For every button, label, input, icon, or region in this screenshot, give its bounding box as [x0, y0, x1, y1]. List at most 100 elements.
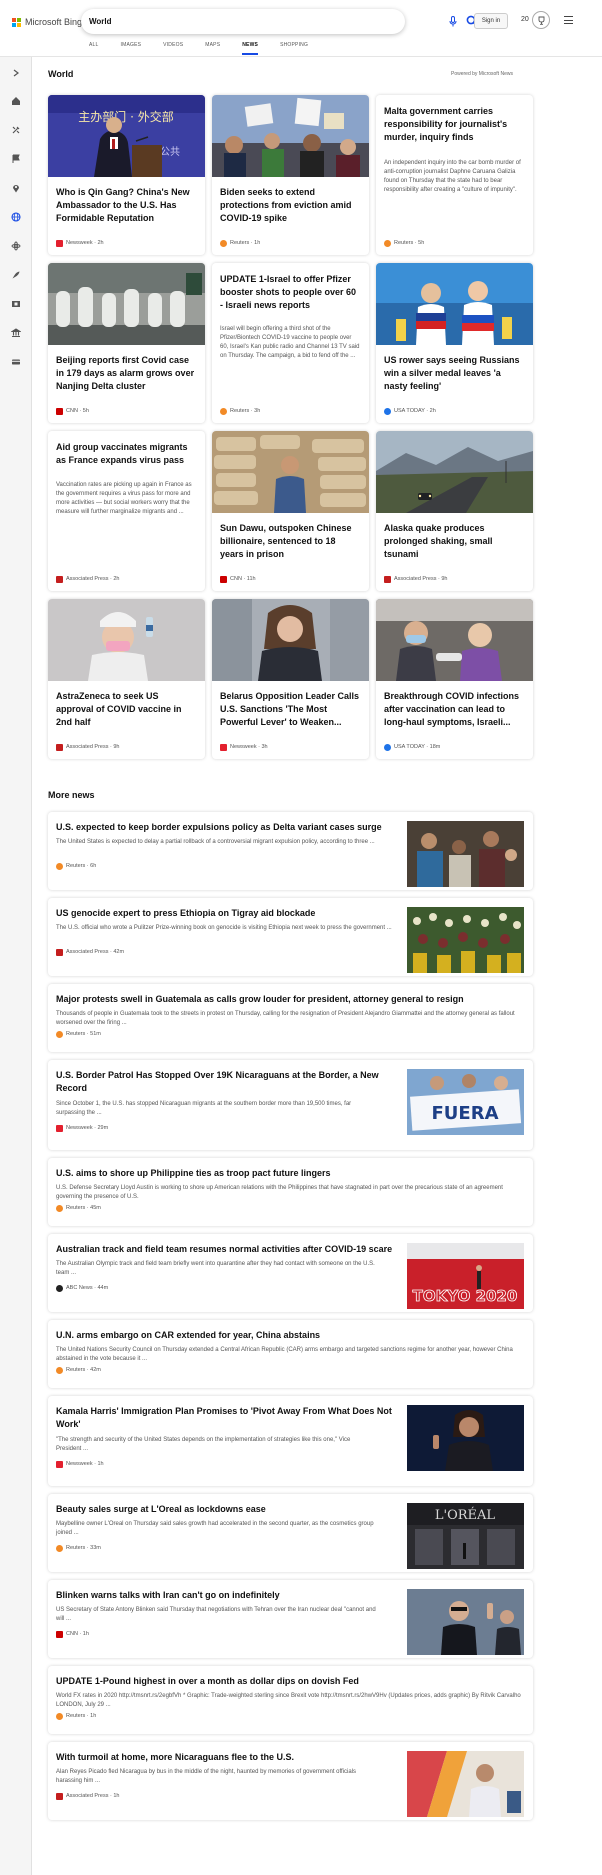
- search-box: [81, 9, 478, 34]
- item-title[interactable]: U.S. aims to shore up Philippine ties as…: [56, 1167, 521, 1180]
- news-card[interactable]: Beijing reports first Covid case in 179 …: [48, 263, 205, 423]
- card-title[interactable]: US rower says seeing Russians win a silv…: [384, 354, 525, 393]
- bank-icon[interactable]: [10, 327, 22, 339]
- card-title[interactable]: Aid group vaccinates migrants as France …: [56, 441, 197, 467]
- card-title[interactable]: Who is Qin Gang? China's New Ambassador …: [56, 186, 197, 225]
- card-title[interactable]: Sun Dawu, outspoken Chinese billionaire,…: [220, 522, 361, 561]
- tab-all[interactable]: ALL: [89, 41, 99, 55]
- news-list-item[interactable]: U.N. arms embargo on CAR extended for ye…: [48, 1320, 533, 1388]
- item-title[interactable]: U.N. arms embargo on CAR extended for ye…: [56, 1329, 521, 1342]
- news-card[interactable]: 主办部门 · 外交部 中国公共 Who is Qin Gang? China's…: [48, 95, 205, 255]
- expand-icon[interactable]: [10, 67, 22, 79]
- card-title[interactable]: Malta government carries responsibility …: [384, 105, 525, 144]
- item-title[interactable]: Beauty sales surge at L'Oreal as lockdow…: [56, 1503, 396, 1516]
- news-list-item[interactable]: Kamala Harris' Immigration Plan Promises…: [48, 1396, 533, 1486]
- news-list-item[interactable]: U.S. expected to keep border expulsions …: [48, 812, 533, 890]
- card-title[interactable]: Breakthrough COVID infections after vacc…: [384, 690, 525, 729]
- item-title[interactable]: With turmoil at home, more Nicaraguans f…: [56, 1751, 396, 1764]
- card-source: USA TODAY · 18m: [384, 743, 440, 751]
- cnn-logo-icon: [220, 575, 227, 583]
- item-title[interactable]: Major protests swell in Guatemala as cal…: [56, 993, 521, 1006]
- item-description: World FX rates in 2020 http://tmsnrt.rs/…: [56, 1693, 521, 1708]
- news-card[interactable]: US rower says seeing Russians win a silv…: [376, 263, 533, 423]
- card-source: Associated Press · 2h: [56, 575, 120, 583]
- rewards-points[interactable]: 20: [521, 16, 529, 23]
- item-description: The United States is expected to delay a…: [56, 839, 375, 845]
- film-icon[interactable]: [10, 298, 22, 310]
- rewards-trophy-icon[interactable]: [532, 11, 550, 29]
- tab-images[interactable]: IMAGES: [121, 41, 142, 55]
- abc-news-logo-icon: [56, 1284, 63, 1292]
- item-description: The Australian Olympic track and field t…: [56, 1261, 375, 1276]
- tools-icon[interactable]: [10, 124, 22, 136]
- card-title[interactable]: AstraZeneca to seek US approval of COVID…: [56, 690, 197, 729]
- item-description: Since October 1, the U.S. has stopped Ni…: [56, 1101, 352, 1116]
- source-text: Reuters · 3h: [230, 408, 261, 414]
- item-source: Associated Press · 1h: [56, 1792, 120, 1800]
- header: Microsoft Bing Sign in 20 ALL IMAGES VID…: [0, 0, 602, 56]
- news-card[interactable]: Biden seeks to extend protections from e…: [212, 95, 369, 255]
- news-card[interactable]: UPDATE 1-Israel to offer Pfizer booster …: [212, 263, 369, 423]
- card-title[interactable]: UPDATE 1-Israel to offer Pfizer booster …: [220, 273, 361, 312]
- location-icon[interactable]: [10, 182, 22, 194]
- news-card[interactable]: Alaska quake produces prolonged shaking,…: [376, 431, 533, 591]
- home-icon[interactable]: [10, 95, 22, 107]
- card-title[interactable]: Biden seeks to extend protections from e…: [220, 186, 361, 225]
- card-title[interactable]: Belarus Opposition Leader Calls U.S. San…: [220, 690, 361, 729]
- item-title[interactable]: U.S. expected to keep border expulsions …: [56, 821, 396, 834]
- news-list-item[interactable]: Blinken warns talks with Iran can't go o…: [48, 1580, 533, 1658]
- card-title[interactable]: Alaska quake produces prolonged shaking,…: [384, 522, 525, 561]
- flag-icon[interactable]: [10, 153, 22, 165]
- tab-news[interactable]: NEWS: [242, 41, 259, 55]
- globe-icon[interactable]: [10, 211, 22, 223]
- item-title[interactable]: US genocide expert to press Ethiopia on …: [56, 907, 396, 920]
- bing-logo[interactable]: Microsoft Bing: [12, 15, 82, 29]
- item-title[interactable]: U.S. Border Patrol Has Stopped Over 19K …: [56, 1069, 396, 1095]
- news-card[interactable]: Breakthrough COVID infections after vacc…: [376, 599, 533, 759]
- news-list-item[interactable]: Beauty sales surge at L'Oreal as lockdow…: [48, 1494, 533, 1572]
- source-text: ABC News · 44m: [66, 1285, 109, 1291]
- atom-icon[interactable]: [10, 240, 22, 252]
- card-description: Vaccination rates are picking up again i…: [56, 482, 192, 515]
- source-text: Newsweek · 3h: [230, 744, 268, 750]
- news-card[interactable]: Aid group vaccinates migrants as France …: [48, 431, 205, 591]
- news-card[interactable]: AstraZeneca to seek US approval of COVID…: [48, 599, 205, 759]
- source-text: Reuters · 5h: [394, 240, 425, 246]
- card-source: Reuters · 5h: [384, 239, 424, 247]
- news-list-item[interactable]: U.S. Border Patrol Has Stopped Over 19K …: [48, 1060, 533, 1150]
- item-title[interactable]: Australian track and field team resumes …: [56, 1243, 396, 1256]
- tab-maps[interactable]: MAPS: [205, 41, 220, 55]
- news-card[interactable]: Malta government carries responsibility …: [376, 95, 533, 255]
- tokyo-text: TOKYO 2020: [413, 1287, 518, 1305]
- item-source: Reuters · 51m: [56, 1030, 101, 1038]
- item-title[interactable]: Blinken warns talks with Iran can't go o…: [56, 1589, 396, 1602]
- item-title[interactable]: UPDATE 1-Pound highest in over a month a…: [56, 1675, 521, 1688]
- rocket-icon[interactable]: [10, 269, 22, 281]
- tab-shopping[interactable]: SHOPPING: [280, 41, 308, 55]
- item-source: Newsweek · 29m: [56, 1124, 108, 1132]
- news-list-item[interactable]: US genocide expert to press Ethiopia on …: [48, 898, 533, 976]
- microphone-icon[interactable]: [449, 16, 457, 27]
- item-title[interactable]: Kamala Harris' Immigration Plan Promises…: [56, 1405, 396, 1431]
- source-text: Reuters · 42m: [66, 1367, 101, 1373]
- header-divider: [0, 56, 602, 57]
- news-list-item[interactable]: UPDATE 1-Pound highest in over a month a…: [48, 1666, 533, 1734]
- item-source: ABC News · 44m: [56, 1284, 108, 1292]
- news-list-item[interactable]: With turmoil at home, more Nicaraguans f…: [48, 1742, 533, 1820]
- news-card[interactable]: Sun Dawu, outspoken Chinese billionaire,…: [212, 431, 369, 591]
- source-text: Reuters · 1h: [230, 240, 261, 246]
- source-text: Reuters · 51m: [66, 1031, 101, 1037]
- source-text: Associated Press · 1h: [66, 1793, 120, 1799]
- usa-today-logo-icon: [384, 407, 391, 415]
- sign-in-button[interactable]: Sign in: [474, 13, 508, 29]
- card-icon[interactable]: [10, 356, 22, 368]
- tab-videos[interactable]: VIDEOS: [163, 41, 183, 55]
- card-title[interactable]: Beijing reports first Covid case in 179 …: [56, 354, 197, 393]
- news-list-item[interactable]: U.S. aims to shore up Philippine ties as…: [48, 1158, 533, 1226]
- banner-photo: FUERA: [407, 1069, 524, 1135]
- news-list-item[interactable]: Major protests swell in Guatemala as cal…: [48, 984, 533, 1052]
- hamburger-menu-icon[interactable]: [564, 16, 573, 24]
- search-input[interactable]: [89, 14, 339, 29]
- news-list-item[interactable]: Australian track and field team resumes …: [48, 1234, 533, 1312]
- news-card[interactable]: Belarus Opposition Leader Calls U.S. San…: [212, 599, 369, 759]
